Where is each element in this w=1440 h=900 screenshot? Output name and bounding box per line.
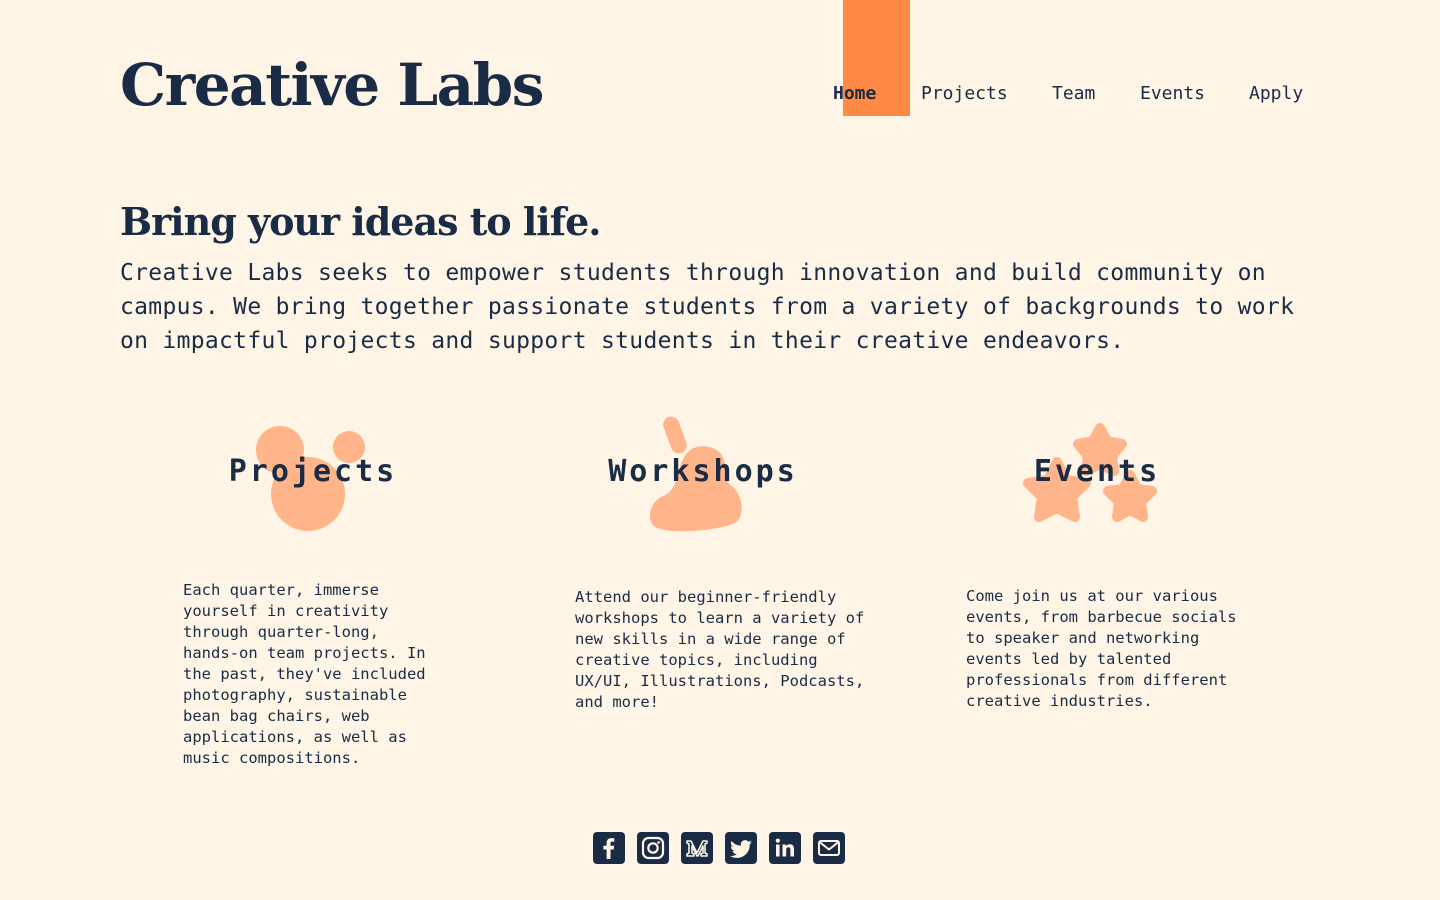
nav-item-apply[interactable]: Apply [1249, 82, 1303, 106]
medium-icon[interactable] [681, 832, 713, 864]
page: Creative Labs Home Projects Team Events … [0, 0, 1440, 900]
feature-title: Events [1033, 454, 1161, 489]
nav-item-home[interactable]: Home [833, 82, 876, 106]
linkedin-icon[interactable] [769, 832, 801, 864]
nav-item-team[interactable]: Team [1052, 82, 1095, 106]
feature-title: Projects [228, 454, 398, 489]
nav-item-projects[interactable]: Projects [921, 82, 1008, 106]
facebook-icon[interactable] [593, 832, 625, 864]
main-nav: Home Projects Team Events Apply [0, 82, 1440, 106]
nav-item-events[interactable]: Events [1140, 82, 1205, 106]
instagram-icon[interactable] [637, 832, 669, 864]
feature-events: Events [947, 410, 1247, 550]
hero-title: Bring your ideas to life. [120, 199, 601, 244]
feature-workshops: Workshops [553, 410, 853, 550]
twitter-icon[interactable] [725, 832, 757, 864]
hero-description: Creative Labs seeks to empower students … [120, 260, 1295, 354]
feature-description: Each quarter, immerse yourself in creati… [183, 581, 426, 767]
feature-description: Come join us at our various events, from… [966, 587, 1237, 710]
feature-title: Workshops [608, 454, 798, 489]
email-icon[interactable] [813, 832, 845, 864]
feature-description: Attend our beginner-friendly workshops t… [575, 588, 865, 711]
feature-projects: Projects [163, 410, 463, 550]
